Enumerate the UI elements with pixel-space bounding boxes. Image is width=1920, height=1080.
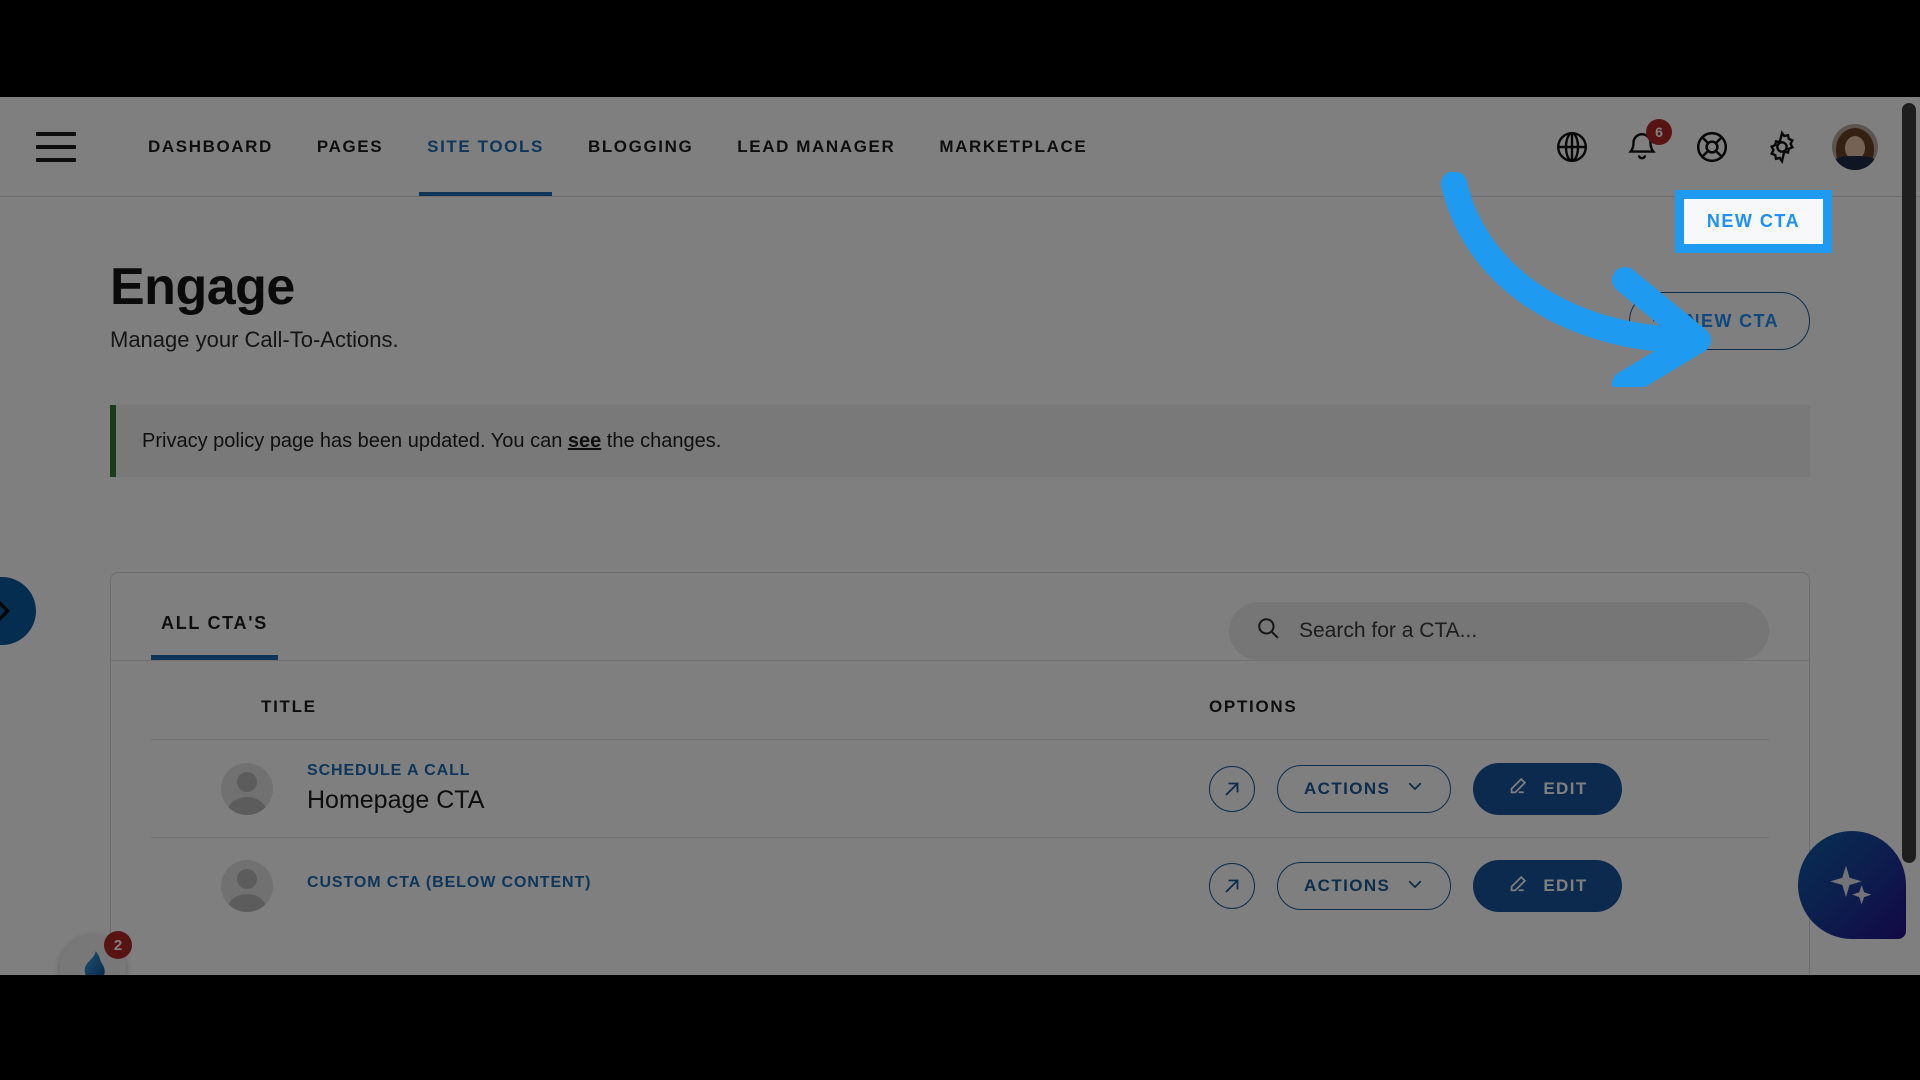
banner-message: Privacy policy page has been updated. Yo… [142, 430, 721, 453]
banner-text-before: Privacy policy page has been updated. Yo… [142, 429, 568, 452]
nav-item-site-tools[interactable]: SITE TOOLS [405, 97, 566, 196]
screenshot-stage: DASHBOARD PAGES SITE TOOLS BLOGGING LEAD… [0, 0, 1920, 1080]
gear-settings-icon[interactable] [1762, 127, 1802, 167]
table-row[interactable]: CUSTOM CTA (BELOW CONTENT) ACTIONS EDIT [111, 838, 1809, 934]
hamburger-menu-icon[interactable] [36, 131, 76, 162]
nav-item-blogging[interactable]: BLOGGING [566, 97, 715, 196]
chat-badge-count: 2 [104, 931, 132, 959]
page-header: Engage Manage your Call-To-Actions. + NE… [0, 197, 1920, 353]
user-avatar[interactable] [1832, 123, 1878, 170]
page-header-actions: + NEW CTA [1628, 292, 1810, 350]
cta-type-label: SCHEDULE A CALL [307, 762, 471, 779]
pencil-edit-icon [1507, 873, 1529, 900]
column-header-title: TITLE [261, 697, 317, 716]
cta-thumbnail-avatar [221, 762, 273, 815]
cta-type-label: CUSTOM CTA (BELOW CONTENT) [307, 874, 592, 891]
sparkle-ai-icon [1830, 865, 1872, 905]
card-toolbar: ALL CTA'S [111, 573, 1809, 660]
actions-dropdown-button[interactable]: ACTIONS [1277, 862, 1452, 910]
privacy-policy-banner: Privacy policy page has been updated. Yo… [110, 405, 1810, 477]
notification-badge-count: 6 [1646, 118, 1672, 145]
search-container [1229, 601, 1769, 660]
search-input[interactable] [1299, 618, 1743, 643]
new-cta-button-label: NEW CTA [1686, 310, 1779, 331]
cta-list-card: ALL CTA'S Search for a CTA... TITLE OPTI… [110, 572, 1810, 975]
actions-dropdown-button[interactable]: ACTIONS [1277, 764, 1452, 813]
cta-row-text: CUSTOM CTA (BELOW CONTENT) [307, 874, 1209, 898]
top-navigation-bar: DASHBOARD PAGES SITE TOOLS BLOGGING LEAD… [0, 97, 1920, 197]
actions-button-label: ACTIONS [1304, 778, 1391, 798]
highlight-box-new-cta: NEW CTA [1675, 190, 1832, 253]
edit-button[interactable]: EDIT [1473, 860, 1622, 912]
cta-row-options: ACTIONS EDIT [1209, 860, 1769, 912]
cta-row-text: SCHEDULE A CALL Homepage CTA [307, 762, 1209, 815]
actions-button-label: ACTIONS [1304, 876, 1391, 895]
browser-viewport: DASHBOARD PAGES SITE TOOLS BLOGGING LEAD… [0, 97, 1920, 975]
edit-button[interactable]: EDIT [1473, 762, 1622, 815]
search-icon [1255, 615, 1281, 646]
nav-utility-icons: 6 [1552, 118, 1878, 170]
edit-button-label: EDIT [1543, 778, 1588, 798]
banner-text-after: the changes. [601, 429, 722, 452]
lifebuoy-support-icon[interactable] [1692, 127, 1732, 167]
tab-all-ctas[interactable]: ALL CTA'S [151, 601, 278, 660]
edit-button-label: EDIT [1543, 876, 1588, 895]
nav-item-lead-manager[interactable]: LEAD MANAGER [715, 97, 917, 196]
page-content: Engage Manage your Call-To-Actions. + NE… [0, 197, 1920, 975]
plus-icon: + [1651, 304, 1671, 337]
table-header-row: TITLE OPTIONS [111, 661, 1809, 739]
bell-notifications-icon[interactable]: 6 [1622, 118, 1672, 167]
search-box[interactable] [1229, 601, 1769, 660]
cta-row-options: ACTIONS EDIT [1209, 762, 1769, 815]
chevron-down-icon [1406, 875, 1424, 898]
table-row[interactable]: SCHEDULE A CALL Homepage CTA ACTIONS EDI… [111, 740, 1809, 837]
new-cta-button[interactable]: + NEW CTA [1628, 292, 1810, 350]
pencil-edit-icon [1507, 775, 1529, 802]
banner-see-link[interactable]: see [568, 430, 601, 452]
page-scrollbar[interactable] [1902, 103, 1916, 863]
cta-thumbnail-avatar [221, 860, 273, 912]
external-link-icon[interactable] [1209, 765, 1255, 812]
column-header-options: OPTIONS [1209, 697, 1298, 716]
page-subtitle: Manage your Call-To-Actions. [110, 327, 399, 352]
cta-title: Homepage CTA [307, 786, 485, 814]
nav-item-pages[interactable]: PAGES [295, 97, 405, 196]
primary-nav: DASHBOARD PAGES SITE TOOLS BLOGGING LEAD… [126, 97, 1109, 196]
highlight-label: NEW CTA [1706, 211, 1801, 231]
nav-item-dashboard[interactable]: DASHBOARD [126, 97, 295, 196]
globe-icon[interactable] [1552, 127, 1592, 167]
page-title: Engage [110, 258, 295, 316]
nav-item-marketplace[interactable]: MARKETPLACE [917, 97, 1109, 196]
chevron-down-icon [1406, 777, 1424, 800]
ai-assistant-button[interactable] [1798, 831, 1906, 939]
external-link-icon[interactable] [1209, 863, 1255, 909]
